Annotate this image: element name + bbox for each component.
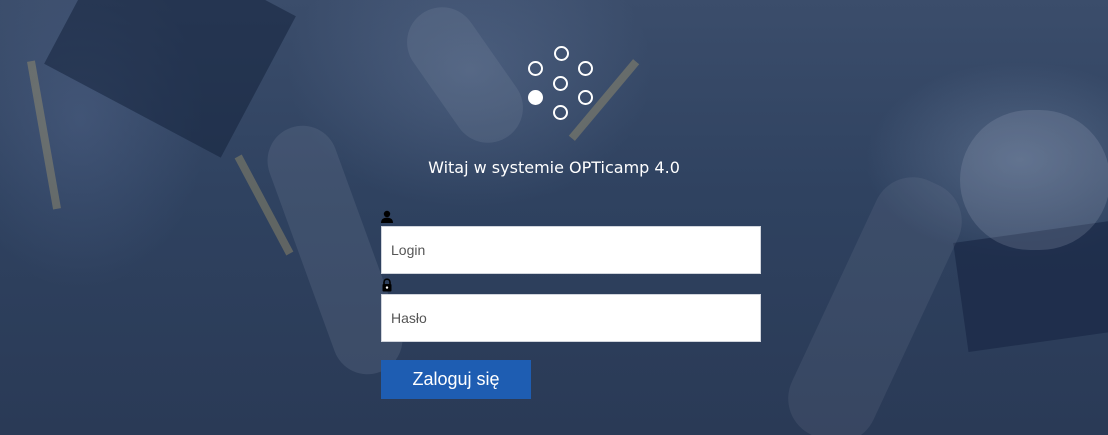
graduate-face-shape (960, 110, 1108, 250)
logo-dot-filled (528, 90, 543, 105)
raised-arm-shape (393, 0, 537, 157)
graduation-cap-shape (44, 0, 296, 158)
opticamp-logo (520, 44, 602, 126)
login-button[interactable]: Zaloguj się (381, 360, 531, 399)
welcome-heading: Witaj w systemie OPTicamp 4.0 (428, 158, 680, 177)
tassel-shape (27, 60, 61, 210)
logo-dot (578, 90, 593, 105)
logo-dot (528, 61, 543, 76)
login-input[interactable] (381, 226, 761, 274)
logo-dot (554, 46, 569, 61)
logo-dot (578, 61, 593, 76)
logo-dot (553, 76, 568, 91)
lock-icon (382, 278, 392, 292)
password-input[interactable] (381, 294, 761, 342)
user-icon (381, 210, 393, 223)
logo-dot (553, 105, 568, 120)
raised-arm-shape (775, 164, 975, 435)
